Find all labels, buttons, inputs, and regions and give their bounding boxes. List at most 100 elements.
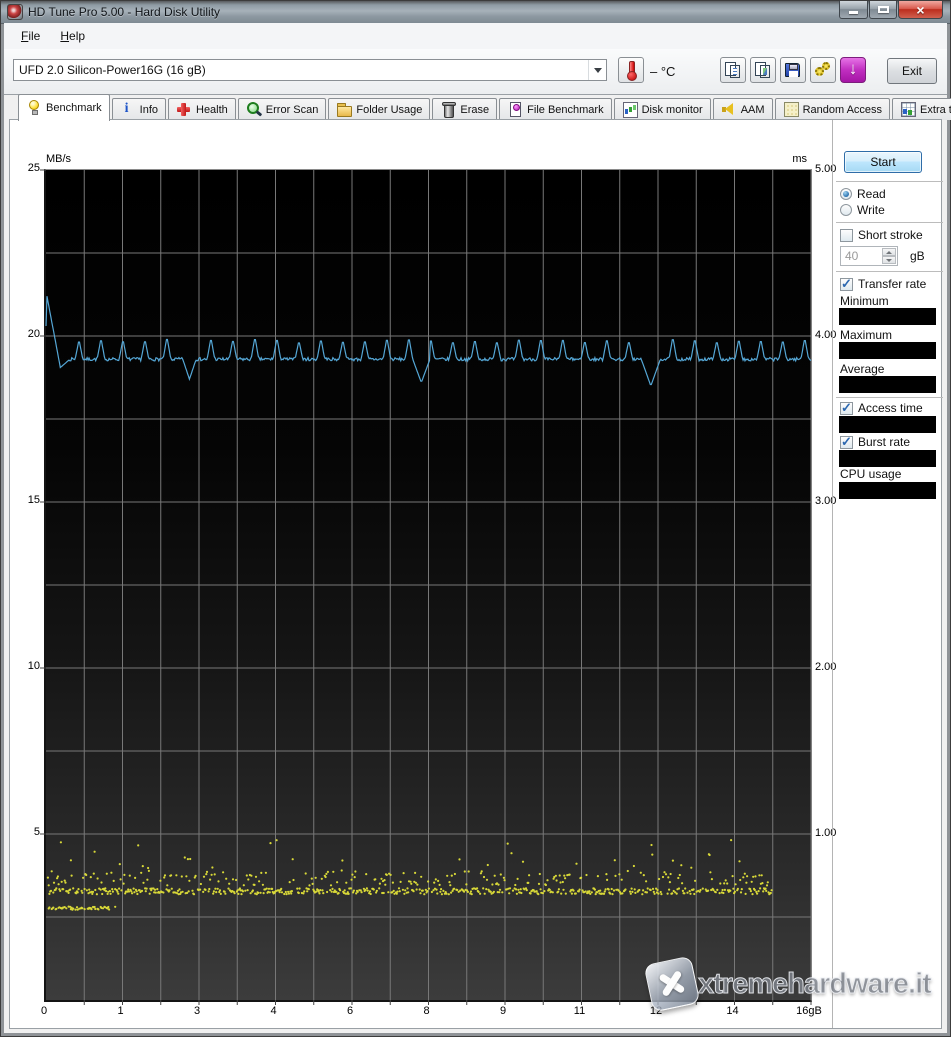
left-axis-tick: 10 [27,660,40,672]
minimize-button[interactable] [839,1,868,19]
cpu-usage-value: 1.5% [872,483,903,498]
benchmark-tab-content: MB/s ms 25 20 15 10 5 5.00 4.00 3.00 2.00 1.00 0 1 3… [9,119,945,1029]
window-controls: × [839,1,943,19]
spinner-down-icon[interactable] [882,256,896,264]
titlebar: HD Tune Pro 5.00 - Hard Disk Utility [1,1,950,24]
temperature-value: – °C [650,64,676,79]
update-button[interactable] [840,57,866,83]
tab-aam[interactable]: AAM [712,98,773,120]
toolbar-button-group [720,57,866,83]
x-axis-tick: 14 [726,1005,739,1017]
tab-info[interactable]: Info [111,98,166,120]
tab-health[interactable]: Health [168,98,236,120]
info-icon [120,101,136,117]
menu-file[interactable]: File [13,26,48,46]
tab-erase[interactable]: Erase [432,98,498,120]
client-area: File Help UFD 2.0 Silicon-Power16G (16 g… [4,23,951,1033]
access-time-value-display: 0.678 ms [839,416,936,433]
left-axis-tick: 25 [27,162,40,174]
minimum-value: 18.5 MB/s [856,309,919,324]
transfer-rate-label: Transfer rate [858,277,927,291]
chevron-down-icon[interactable] [588,60,606,80]
maximize-button[interactable] [869,1,897,19]
left-axis-tick: 20 [27,328,40,340]
x-axis-tick: 9 [499,1005,507,1017]
copy-image-icon [754,61,772,79]
benchmark-chart-svg [40,169,812,1005]
short-stroke-size-spinner[interactable]: 40 [840,246,898,266]
x-axis-tick: 0 [40,1005,48,1017]
speaker-icon [721,102,737,117]
tab-error-scan[interactable]: Error Scan [237,98,327,120]
spinner-up-icon[interactable] [882,248,896,256]
extra-tests-icon [900,102,917,117]
close-icon: × [916,1,925,18]
tab-label: Erase [460,103,490,116]
read-label: Read [857,187,886,201]
benchmark-side-panel: Start Read Write Short stroke 40 gB ✓ Tr… [836,120,945,1028]
access-time-label: Access time [858,401,923,415]
tab-benchmark[interactable]: Benchmark [18,94,110,121]
x-axis-tick: 8 [423,1005,430,1017]
panel-divider [832,120,833,1028]
short-stroke-row: Short stroke [840,228,923,242]
left-axis-tick: 5 [33,826,40,838]
app-icon [7,4,23,20]
tab-extra-tests[interactable]: Extra tests [892,98,951,120]
window-title: HD Tune Pro 5.00 - Hard Disk Utility [28,5,221,19]
average-value-display: 19.4 MB/s [839,376,936,393]
drive-select-value: UFD 2.0 Silicon-Power16G (16 gB) [19,63,206,77]
burst-rate-value: 20.0 MB/s [856,451,919,466]
minimum-value-display: 18.5 MB/s [839,308,936,325]
short-stroke-checkbox[interactable] [840,228,853,242]
short-stroke-unit: gB [910,249,925,263]
tab-folder-usage[interactable]: Folder Usage [328,98,431,120]
start-button[interactable]: Start [844,151,922,173]
toolbar: UFD 2.0 Silicon-Power16G (16 gB) – °C Ex… [4,49,947,95]
menu-help[interactable]: Help [52,26,93,46]
burst-rate-row: Burst rate [840,434,910,450]
tab-disk-monitor[interactable]: Disk monitor [613,98,711,120]
transfer-rate-row: Transfer rate [840,276,927,292]
access-time-value: 0.678 ms [859,417,916,432]
update-arrow-icon [844,61,862,79]
tab-random-access[interactable]: Random Access [774,98,891,120]
average-label: Average [840,362,885,376]
copy-text-button[interactable] [720,57,746,83]
x-axis-tick: 3 [193,1005,201,1017]
exit-button[interactable]: Exit [887,58,937,84]
tab-label: Extra tests [920,103,951,116]
settings-button[interactable] [810,57,836,83]
write-radio[interactable] [840,204,852,216]
right-axis-unit: ms [792,153,807,165]
maximum-label: Maximum [840,328,893,342]
save-button[interactable] [780,57,806,83]
settings-icon [814,61,832,79]
disk-monitor-icon [622,102,638,118]
left-axis-tick: 15 [27,494,40,506]
access-time-checkbox[interactable] [840,400,853,416]
save-icon [784,61,802,79]
benchmark-plot [40,169,812,1005]
close-button[interactable]: × [898,1,943,19]
burst-rate-value-display: 20.0 MB/s [839,450,936,467]
separator [836,397,943,398]
burst-rate-checkbox[interactable] [840,434,853,450]
short-stroke-size-value: 40 [845,249,859,263]
tab-file-benchmark[interactable]: File Benchmark [499,98,612,120]
write-label: Write [857,203,885,217]
left-axis-unit: MB/s [46,153,72,165]
drive-select[interactable]: UFD 2.0 Silicon-Power16G (16 gB) [13,59,607,81]
write-radio-row: Write [840,203,885,217]
menubar: File Help [4,23,947,50]
temperature-button[interactable] [618,57,644,83]
tab-label: AAM [740,103,765,116]
tab-label: Info [139,103,158,116]
tab-label: Benchmark [46,101,102,114]
read-radio[interactable] [840,188,852,200]
copy-image-button[interactable] [750,57,776,83]
transfer-rate-checkbox[interactable] [840,276,853,292]
separator [836,181,943,182]
cpu-usage-label: CPU usage [840,467,902,481]
x-axis-tick: 4 [270,1005,277,1017]
